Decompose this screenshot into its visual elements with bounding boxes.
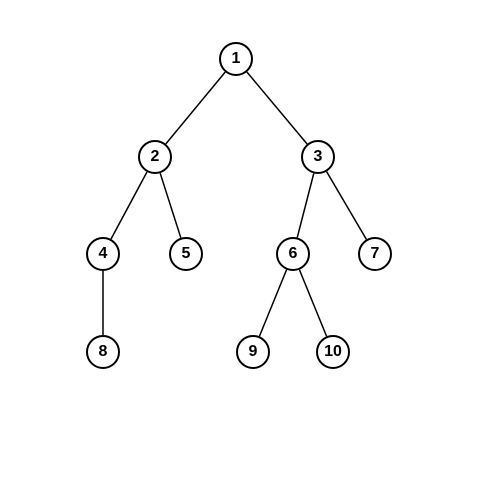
tree-node-label: 8	[99, 343, 108, 361]
tree-edge	[297, 173, 314, 237]
tree-node-label: 3	[314, 148, 323, 166]
tree-node-label: 1	[232, 50, 241, 68]
tree-node-9: 9	[236, 335, 270, 369]
tree-node-8: 8	[86, 335, 120, 369]
tree-node-label: 9	[249, 343, 258, 361]
tree-node-5: 5	[169, 237, 203, 271]
tree-node-label: 6	[289, 245, 298, 263]
tree-edge	[166, 72, 225, 144]
tree-node-label: 4	[99, 245, 108, 263]
tree-node-7: 7	[358, 237, 392, 271]
tree-edge	[111, 172, 147, 239]
tree-node-label: 7	[371, 245, 380, 263]
tree-node-4: 4	[86, 237, 120, 271]
tree-edge	[160, 173, 181, 238]
tree-node-label: 2	[151, 148, 160, 166]
tree-diagram: 1 2 3 4 5 6 7 8 9 10	[0, 0, 500, 500]
tree-edge	[247, 72, 307, 144]
tree-node-3: 3	[301, 140, 335, 174]
tree-node-6: 6	[276, 237, 310, 271]
tree-node-2: 2	[138, 140, 172, 174]
tree-edges-layer	[0, 0, 500, 500]
tree-node-label: 5	[182, 245, 191, 263]
tree-node-1: 1	[219, 42, 253, 76]
tree-edge	[259, 270, 286, 337]
tree-node-label: 10	[324, 343, 342, 361]
tree-edge	[299, 270, 326, 337]
tree-edge	[327, 172, 367, 240]
tree-node-10: 10	[316, 335, 350, 369]
